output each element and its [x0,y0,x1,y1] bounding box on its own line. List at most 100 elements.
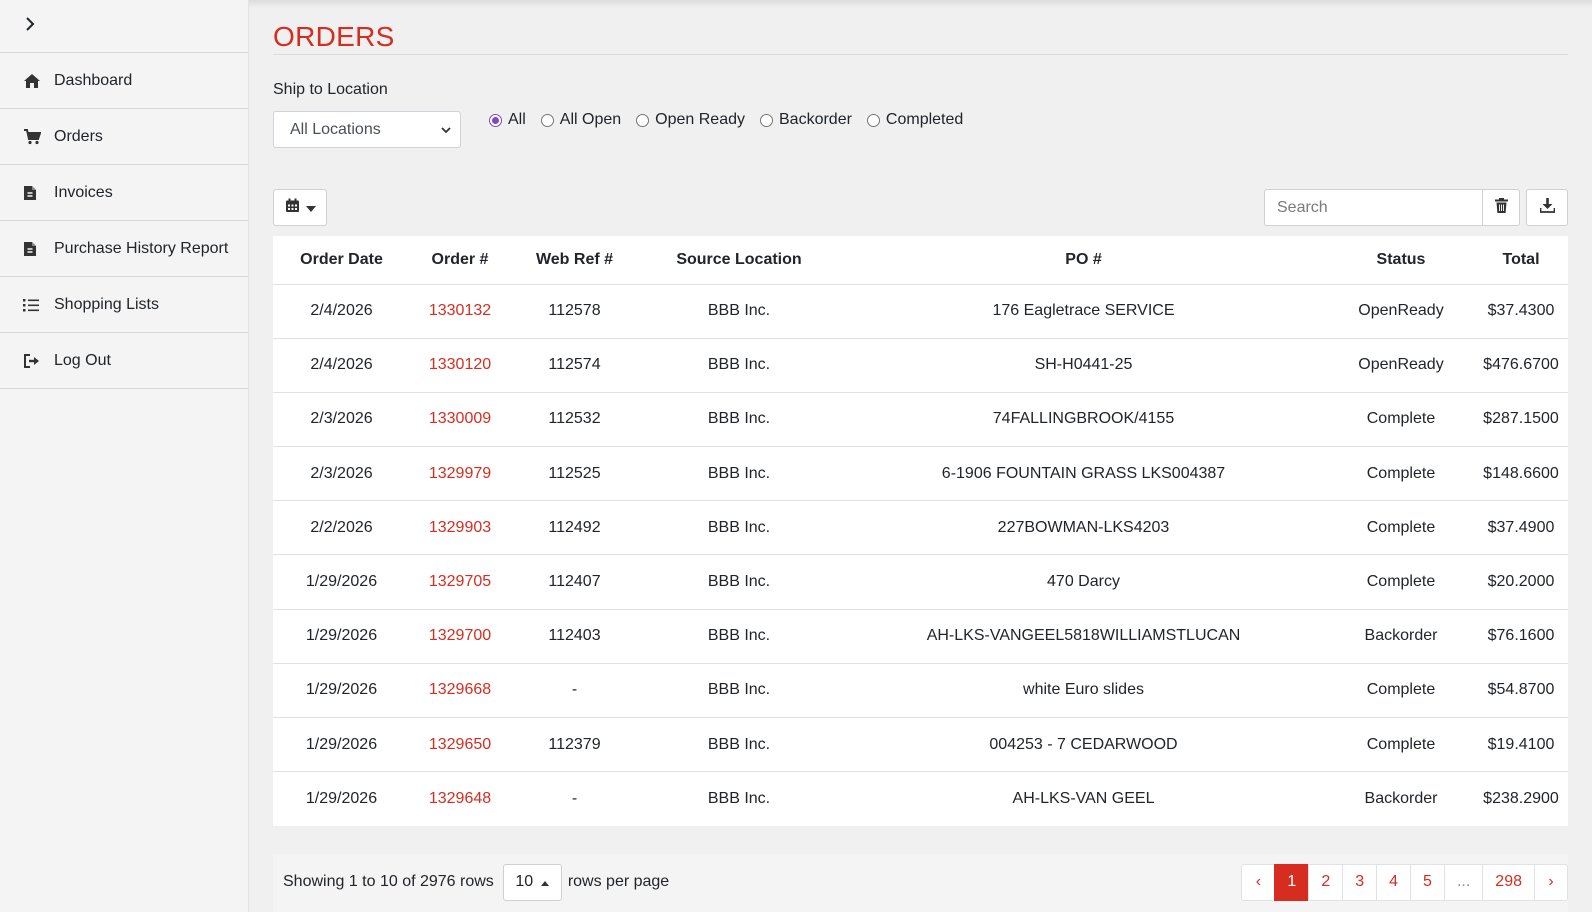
sidebar-item-orders[interactable]: Orders [0,109,248,165]
radio-indicator[interactable] [636,113,650,127]
source-location-cell: BBB Inc. [707,302,771,320]
source-location-cell: BBB Inc. [707,627,771,645]
clear-search-button[interactable] [1482,189,1520,226]
page-1-button[interactable]: 1 [1274,863,1310,901]
table-cell: $37.4300 [1474,284,1568,338]
ship-to-location-select[interactable]: All Locations [273,111,461,148]
sidebar-item-dashboard[interactable]: Dashboard [0,53,248,109]
table-cell: BBB Inc. [639,446,839,501]
table-cell: 1329648 [410,771,510,826]
table-cell: - [510,662,639,718]
table-cell: $76.1600 [1474,608,1568,664]
sidebar-item-log-out[interactable]: Log Out [0,333,248,389]
status-radio-completed[interactable]: Completed [866,111,964,129]
trash-icon [1494,197,1508,218]
web-ref-cell: - [571,681,578,699]
sidebar-item-invoices[interactable]: Invoices [0,165,248,221]
table-row: 1/29/2026 1329650 112379 BBB Inc. 004253 - 7… [273,716,1568,772]
status-cell: Complete [1366,681,1436,699]
order-date-cell: 1/29/2026 [305,681,378,699]
page-4-button[interactable]: 4 [1376,863,1412,901]
table-cell: $238.2900 [1474,771,1568,826]
column-header-source-location[interactable]: Source Location [639,236,839,285]
web-ref-cell: - [571,790,578,808]
search-input[interactable] [1264,189,1482,226]
table-cell: AH-LKS-VANGEEL5818WILLIAMSTLUCAN [839,608,1328,664]
order-number-link[interactable]: 1329700 [429,627,491,644]
page-5-button[interactable]: 5 [1410,863,1445,901]
po-number-cell: white Euro slides [1023,681,1144,699]
order-number-link[interactable]: 1330009 [429,410,491,427]
table-cell: 112532 [510,391,639,447]
radio-label: All Open [559,111,622,128]
source-location-cell: BBB Inc. [707,518,771,536]
radio-indicator[interactable] [866,113,880,127]
table-cell: BBB Inc. [639,391,839,447]
radio-indicator[interactable] [540,113,554,127]
po-number-cell: 004253 - 7 CEDARWOOD [989,735,1178,753]
filter-bar: Ship to Location All Locations All All O… [273,55,1568,189]
home-icon [23,73,54,89]
order-number-link[interactable]: 1330132 [429,302,491,319]
radio-indicator[interactable] [489,113,502,127]
table-cell: 1/29/2026 [273,608,410,664]
sidebar-toggle-button[interactable] [0,0,248,53]
page-next-button[interactable]: › [1534,863,1568,901]
table-cell: $476.6700 [1474,337,1568,393]
column-header-order-number[interactable]: Order # [410,236,510,285]
column-header-order-date[interactable]: Order Date [273,236,410,285]
sidebar-item-purchase-history-report[interactable]: Purchase History Report [0,221,248,277]
download-button[interactable] [1526,189,1568,226]
po-number-cell: 74FALLINGBROOK/4155 [992,410,1175,428]
date-range-button[interactable] [273,189,327,226]
order-date-cell: 1/29/2026 [305,735,378,753]
table-cell: 1/29/2026 [273,716,410,772]
status-cell: Backorder [1364,627,1438,645]
order-date-cell: 2/4/2026 [310,302,373,320]
table-cell: 1/29/2026 [273,771,410,826]
table-cell: - [510,771,639,826]
status-radio-backorder[interactable]: Backorder [760,111,852,129]
table-cell: BBB Inc. [639,662,839,718]
source-location-cell: BBB Inc. [707,356,771,374]
status-radio-open-ready[interactable]: Open Ready [636,111,745,129]
page-prev-button[interactable]: ‹ [1241,863,1276,901]
sidebar-item-shopping-lists[interactable]: Shopping Lists [0,277,248,333]
caret-up-icon [541,873,550,891]
rows-per-page-value: 10 [515,873,534,891]
table-cell: BBB Inc. [639,608,839,664]
table-row: 1/29/2026 1329705 112407 BBB Inc. 470 Darcy C… [273,554,1568,610]
order-number-link[interactable]: 1329648 [429,790,491,807]
status-radio-all-open[interactable]: All Open [540,111,622,129]
sidebar-item-label: Orders [54,127,103,145]
rows-per-page-select[interactable]: 10 [502,863,562,901]
total-cell: $20.2000 [1487,573,1555,591]
column-header-po-number[interactable]: PO # [839,236,1328,285]
status-radio-all[interactable]: All [489,111,526,129]
order-date-cell: 1/29/2026 [305,790,378,808]
table-cell: $287.1500 [1474,391,1568,447]
table-cell: OpenReady [1328,284,1474,338]
web-ref-cell: 112403 [548,627,601,645]
order-number-link[interactable]: 1329650 [429,736,491,753]
page-3-button[interactable]: 3 [1342,863,1378,901]
page-298-button[interactable]: 298 [1482,863,1535,901]
order-number-link[interactable]: 1329903 [429,519,491,536]
column-header-status[interactable]: Status [1328,236,1474,285]
table-cell: 1329903 [410,500,510,555]
table-row: 1/29/2026 1329648 - BBB Inc. AH-LKS-VAN GEEL… [273,771,1568,826]
page-2-button[interactable]: 2 [1308,863,1344,901]
column-header-total[interactable]: Total [1474,236,1568,285]
table-cell: BBB Inc. [639,284,839,338]
order-number-link[interactable]: 1329705 [429,573,491,590]
column-header-web-ref[interactable]: Web Ref # [510,236,639,285]
table-row: 2/3/2026 1329979 112525 BBB Inc. 6-1906 FOUN… [273,446,1568,501]
table-cell: $148.6600 [1474,446,1568,501]
order-number-link[interactable]: 1329668 [429,681,491,698]
radio-indicator[interactable] [760,113,773,127]
list-icon [23,298,54,312]
radio-label: Completed [885,111,964,128]
order-number-link[interactable]: 1329979 [429,465,491,482]
order-number-link[interactable]: 1330120 [429,356,491,373]
table-cell: 2/3/2026 [273,446,410,501]
